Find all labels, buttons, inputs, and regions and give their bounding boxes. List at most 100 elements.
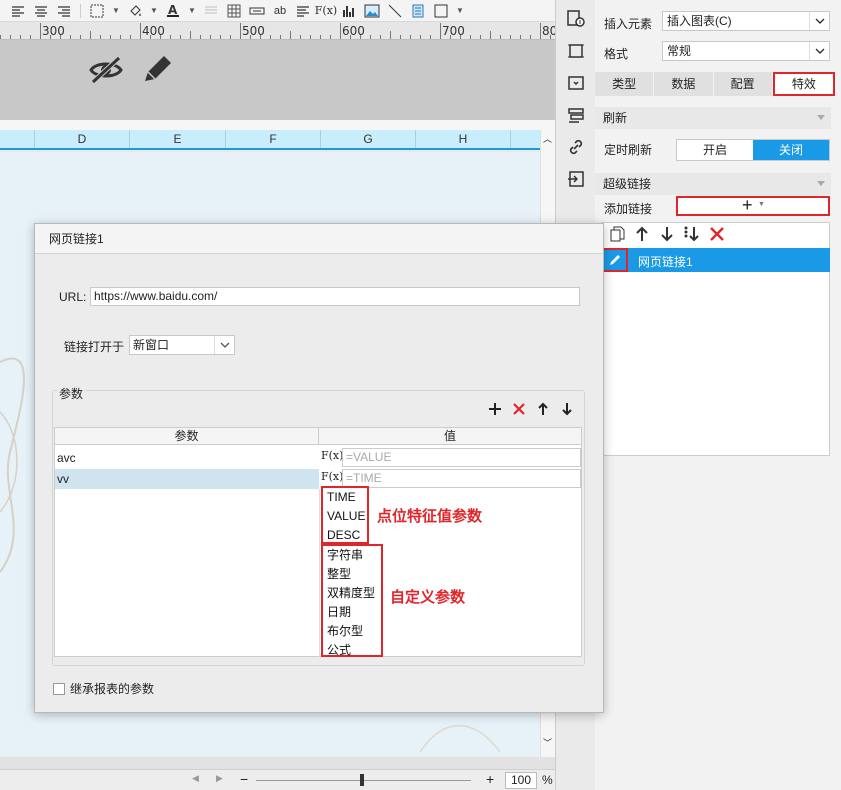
align-left-icon[interactable]: [8, 2, 28, 20]
scroll-up-icon[interactable]: ︿: [543, 132, 552, 145]
refresh-section-header[interactable]: 刷新: [595, 107, 831, 129]
export-icon[interactable]: [566, 169, 586, 189]
toggle-off-button[interactable]: 关闭: [753, 140, 829, 160]
table-row-name-selected[interactable]: vv: [55, 469, 319, 489]
column-header-e[interactable]: E: [130, 130, 226, 148]
text-block-icon[interactable]: [201, 2, 221, 20]
add-param-icon[interactable]: [487, 401, 503, 420]
pencil-icon[interactable]: [140, 54, 174, 89]
font-color-icon[interactable]: A: [163, 2, 183, 20]
zoom-in-button[interactable]: +: [486, 771, 494, 787]
move-down-icon[interactable]: [658, 225, 676, 246]
chevron-down-icon[interactable]: ▼: [148, 2, 160, 20]
horizontal-scrollbar[interactable]: [0, 757, 555, 769]
scroll-down-icon[interactable]: ﹀: [543, 736, 552, 749]
table-row-name[interactable]: avc: [55, 448, 319, 468]
ruler-tick: [250, 35, 251, 39]
timed-refresh-toggle: 开启 关闭: [676, 139, 830, 161]
image-icon[interactable]: [362, 2, 382, 20]
hyperlink-section-header[interactable]: 超级链接: [595, 173, 831, 195]
move-up-icon[interactable]: [633, 225, 651, 246]
next-sheet-icon[interactable]: ▶: [216, 773, 223, 784]
column-header-g[interactable]: G: [321, 130, 416, 148]
ruler-tick: [90, 31, 91, 39]
widget-frame-icon[interactable]: [566, 41, 586, 61]
delete-param-icon[interactable]: [511, 401, 527, 420]
collapse-caret-icon: [817, 115, 825, 120]
table-row-value[interactable]: F(x) =VALUE: [319, 448, 581, 468]
move-down-icon[interactable]: [559, 401, 575, 420]
toggle-on-button[interactable]: 开启: [677, 140, 753, 160]
prev-sheet-icon[interactable]: ◀: [192, 773, 199, 784]
hyperlink-dialog: 网页链接1 URL: https://www.baidu.com/ 链接打开于 …: [34, 223, 604, 713]
param-value-input[interactable]: =VALUE: [342, 448, 581, 467]
list-item[interactable]: 网页链接1: [602, 248, 830, 272]
dropdown-widget-icon[interactable]: [566, 73, 586, 93]
formula-icon[interactable]: F(x): [321, 470, 343, 483]
layers-icon[interactable]: [566, 106, 586, 126]
column-header-h[interactable]: H: [416, 130, 511, 148]
formula-icon[interactable]: F(x): [315, 2, 337, 20]
dropdown-item[interactable]: 字符串: [323, 546, 381, 565]
chevron-down-icon[interactable]: ▼: [186, 2, 198, 20]
chevron-down-icon[interactable]: ▼: [110, 2, 122, 20]
slash-icon[interactable]: [385, 2, 405, 20]
ruler-tick: [480, 35, 481, 39]
add-link-label: 添加链接: [604, 202, 653, 216]
cell-property-icon[interactable]: [566, 9, 586, 29]
tab-data[interactable]: 数据: [654, 72, 714, 96]
chart-icon[interactable]: [339, 2, 359, 20]
zoom-unit: %: [542, 773, 553, 787]
open-in-select[interactable]: 新窗口: [129, 335, 235, 355]
dropdown-item[interactable]: VALUE: [323, 507, 367, 526]
tab-config[interactable]: 配置: [713, 72, 773, 96]
zoom-input[interactable]: 100: [505, 772, 537, 789]
status-bar: ◀ ▶ − + 100 %: [0, 769, 555, 790]
merge-cell-icon[interactable]: [247, 2, 267, 20]
format-toolbar: ▼ ▼ A ▼ ab F(x) ▼: [0, 0, 555, 22]
tab-effects[interactable]: 特效: [772, 72, 835, 96]
border-icon[interactable]: [87, 2, 107, 20]
move-up-icon[interactable]: [535, 401, 551, 420]
edit-pencil-icon[interactable]: [602, 248, 628, 272]
dropdown-item[interactable]: TIME: [323, 488, 367, 507]
align-right-icon[interactable]: [54, 2, 74, 20]
dropdown-item[interactable]: 布尔型: [323, 622, 381, 641]
inherit-params-checkbox[interactable]: 继承报表的参数: [53, 680, 154, 697]
align-center-icon[interactable]: [31, 2, 51, 20]
column-header-f[interactable]: F: [226, 130, 321, 148]
param-value-input[interactable]: =TIME: [342, 469, 581, 488]
copy-icon[interactable]: [608, 225, 626, 246]
link-icon[interactable]: [566, 137, 586, 157]
text-icon[interactable]: ab: [270, 2, 290, 20]
dropdown-item[interactable]: 整型: [323, 565, 381, 584]
widget-icon[interactable]: [408, 2, 428, 20]
checkbox[interactable]: [53, 682, 65, 695]
zoom-out-button[interactable]: −: [240, 771, 248, 787]
column-header-d[interactable]: D: [35, 130, 130, 148]
open-in-label: 链接打开于: [64, 340, 125, 354]
chevron-down-icon[interactable]: ▼: [454, 2, 466, 20]
refresh-section-title: 刷新: [603, 111, 628, 125]
add-link-button[interactable]: + ▼: [676, 195, 830, 216]
table-icon[interactable]: [224, 2, 244, 20]
url-input[interactable]: https://www.baidu.com/: [90, 287, 580, 306]
dropdown-item[interactable]: DESC: [323, 526, 367, 545]
dropdown-item[interactable]: 双精度型: [323, 584, 381, 603]
hide-eye-icon[interactable]: [88, 55, 124, 88]
format-select[interactable]: 常规: [662, 41, 830, 61]
zoom-slider-handle[interactable]: [360, 774, 364, 786]
ruler-tick: [100, 35, 101, 39]
insert-element-select[interactable]: 插入图表(C): [662, 11, 830, 31]
paragraph-icon[interactable]: [293, 2, 313, 20]
ruler-tick: [60, 35, 61, 39]
delete-icon[interactable]: [708, 225, 726, 246]
dropdown-item[interactable]: 公式: [323, 641, 381, 660]
frame-icon[interactable]: [431, 2, 451, 20]
fill-color-icon[interactable]: [125, 2, 145, 20]
tab-type[interactable]: 类型: [595, 72, 655, 96]
dropdown-item[interactable]: 日期: [323, 603, 381, 622]
ruler-tick: [30, 35, 31, 39]
formula-icon[interactable]: F(x): [321, 449, 343, 462]
move-bottom-icon[interactable]: [683, 225, 701, 246]
